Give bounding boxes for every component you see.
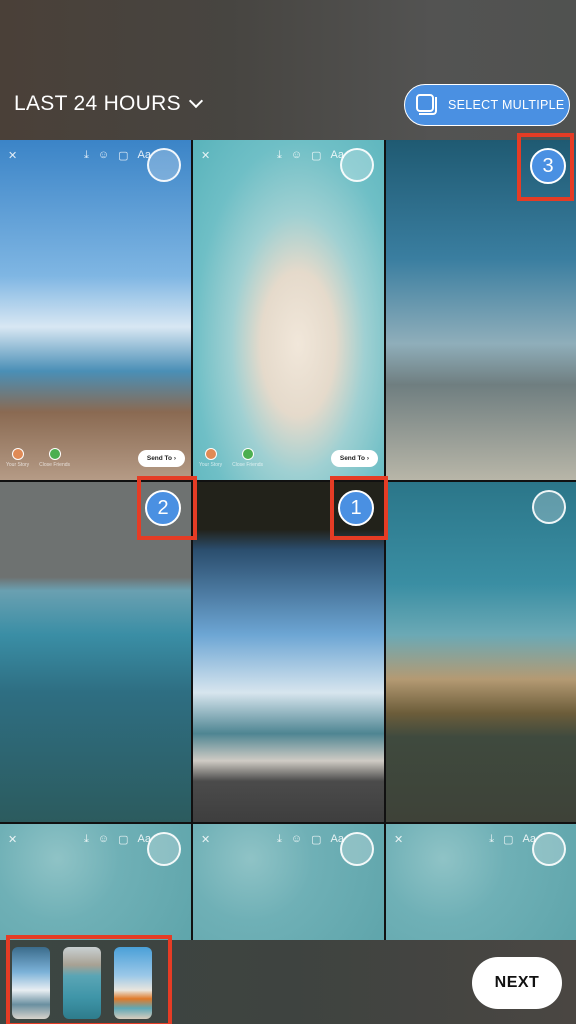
selected-thumbnails <box>12 947 152 1019</box>
download-icon: ⤓ <box>489 832 495 845</box>
select-circle[interactable] <box>532 490 566 524</box>
media-tile-house-pier[interactable]: ✕ ⤓ ☺ ▢ Aa Your Story Close Friends Send To… <box>0 140 191 480</box>
media-tile-water-texture-2[interactable]: ✕ ⤓ ☺ ▢ Aa <box>193 824 384 940</box>
story-toolbar: ✕ ⤓ ☺ ▢ Aa <box>8 146 151 164</box>
select-multiple-button[interactable]: SELECT MULTIPLE <box>404 84 570 126</box>
download-icon: ⤓ <box>84 832 89 845</box>
multiple-select-icon <box>416 94 438 116</box>
next-button[interactable]: NEXT <box>472 957 562 1009</box>
sticker-icon: ▢ <box>503 833 514 846</box>
emoji-icon: ☺ <box>97 832 110 845</box>
your-story-label: Your Story <box>199 462 223 468</box>
your-story-icon <box>11 448 24 460</box>
date-range-dropdown[interactable]: LAST 24 HOURS <box>14 92 203 116</box>
download-icon: ⤓ <box>277 148 282 161</box>
media-tile-rope-swing[interactable]: 2 <box>0 482 191 822</box>
close-icon: ✕ <box>8 833 18 846</box>
select-circle[interactable] <box>340 832 374 866</box>
thumbnail-rope-swing[interactable] <box>63 947 101 1019</box>
close-icon: ✕ <box>201 833 211 846</box>
selection-number-badge[interactable]: 2 <box>145 490 181 526</box>
date-range-label: LAST 24 HOURS <box>14 92 181 115</box>
send-to-label: Send To › <box>137 449 185 467</box>
select-multiple-label: SELECT MULTIPLE <box>448 98 565 112</box>
download-icon: ⤓ <box>84 148 89 161</box>
close-icon: ✕ <box>394 833 404 846</box>
selection-number-badge[interactable]: 3 <box>530 148 566 184</box>
media-tile-palm-hammock[interactable]: 1 <box>193 482 384 822</box>
story-footer: Your Story Close Friends Send To › <box>199 446 378 470</box>
media-tile-building-water[interactable]: ✕ ⤓ ☺ ▢ Aa <box>0 824 191 940</box>
chevron-down-icon <box>188 93 203 109</box>
emoji-icon: ☺ <box>97 148 110 161</box>
story-toolbar: ✕ ⤓ ☺ ▢ Aa <box>201 830 344 848</box>
thumbnail-palm-hammock[interactable] <box>12 947 50 1019</box>
close-friends-label: Close Friends <box>232 462 264 468</box>
close-friends-icon <box>48 448 61 460</box>
story-toolbar: ✕ ⤓ ▢ Aa <box>394 830 536 848</box>
story-toolbar: ✕ ⤓ ☺ ▢ Aa <box>8 830 151 848</box>
sticker-icon: ▢ <box>118 149 129 162</box>
selection-number-badge[interactable]: 1 <box>338 490 374 526</box>
select-circle[interactable] <box>532 832 566 866</box>
close-icon: ✕ <box>201 149 211 162</box>
media-tile-water-texture-3[interactable]: ✕ ⤓ ▢ Aa <box>386 824 576 940</box>
media-tile-grass-sea[interactable] <box>386 482 576 822</box>
select-circle[interactable] <box>147 148 181 182</box>
media-tile-beach-umbrellas[interactable]: 3 <box>386 140 576 480</box>
close-friends-icon <box>241 448 254 460</box>
close-friends-label: Close Friends <box>39 462 71 468</box>
your-story-label: Your Story <box>6 462 30 468</box>
sticker-icon: ▢ <box>311 149 322 162</box>
download-icon: ⤓ <box>277 832 282 845</box>
media-grid: ✕ ⤓ ☺ ▢ Aa Your Story Close Friends Send To… <box>0 140 576 940</box>
media-tile-aerial-sandbar[interactable]: ✕ ⤓ ☺ ▢ Aa Your Story Close Friends Send To… <box>193 140 384 480</box>
emoji-icon: ☺ <box>290 832 303 845</box>
sticker-icon: ▢ <box>118 833 129 846</box>
story-toolbar: ✕ ⤓ ☺ ▢ Aa <box>201 146 344 164</box>
thumbnail-beach-umbrellas[interactable] <box>114 947 152 1019</box>
select-circle[interactable] <box>340 148 374 182</box>
your-story-icon <box>204 448 217 460</box>
header: LAST 24 HOURS SELECT MULTIPLE <box>0 0 576 140</box>
sticker-icon: ▢ <box>311 833 322 846</box>
send-to-label: Send To › <box>330 449 378 467</box>
select-circle[interactable] <box>147 832 181 866</box>
story-footer: Your Story Close Friends Send To › <box>6 446 185 470</box>
emoji-icon: ☺ <box>290 148 303 161</box>
close-icon: ✕ <box>8 149 18 162</box>
